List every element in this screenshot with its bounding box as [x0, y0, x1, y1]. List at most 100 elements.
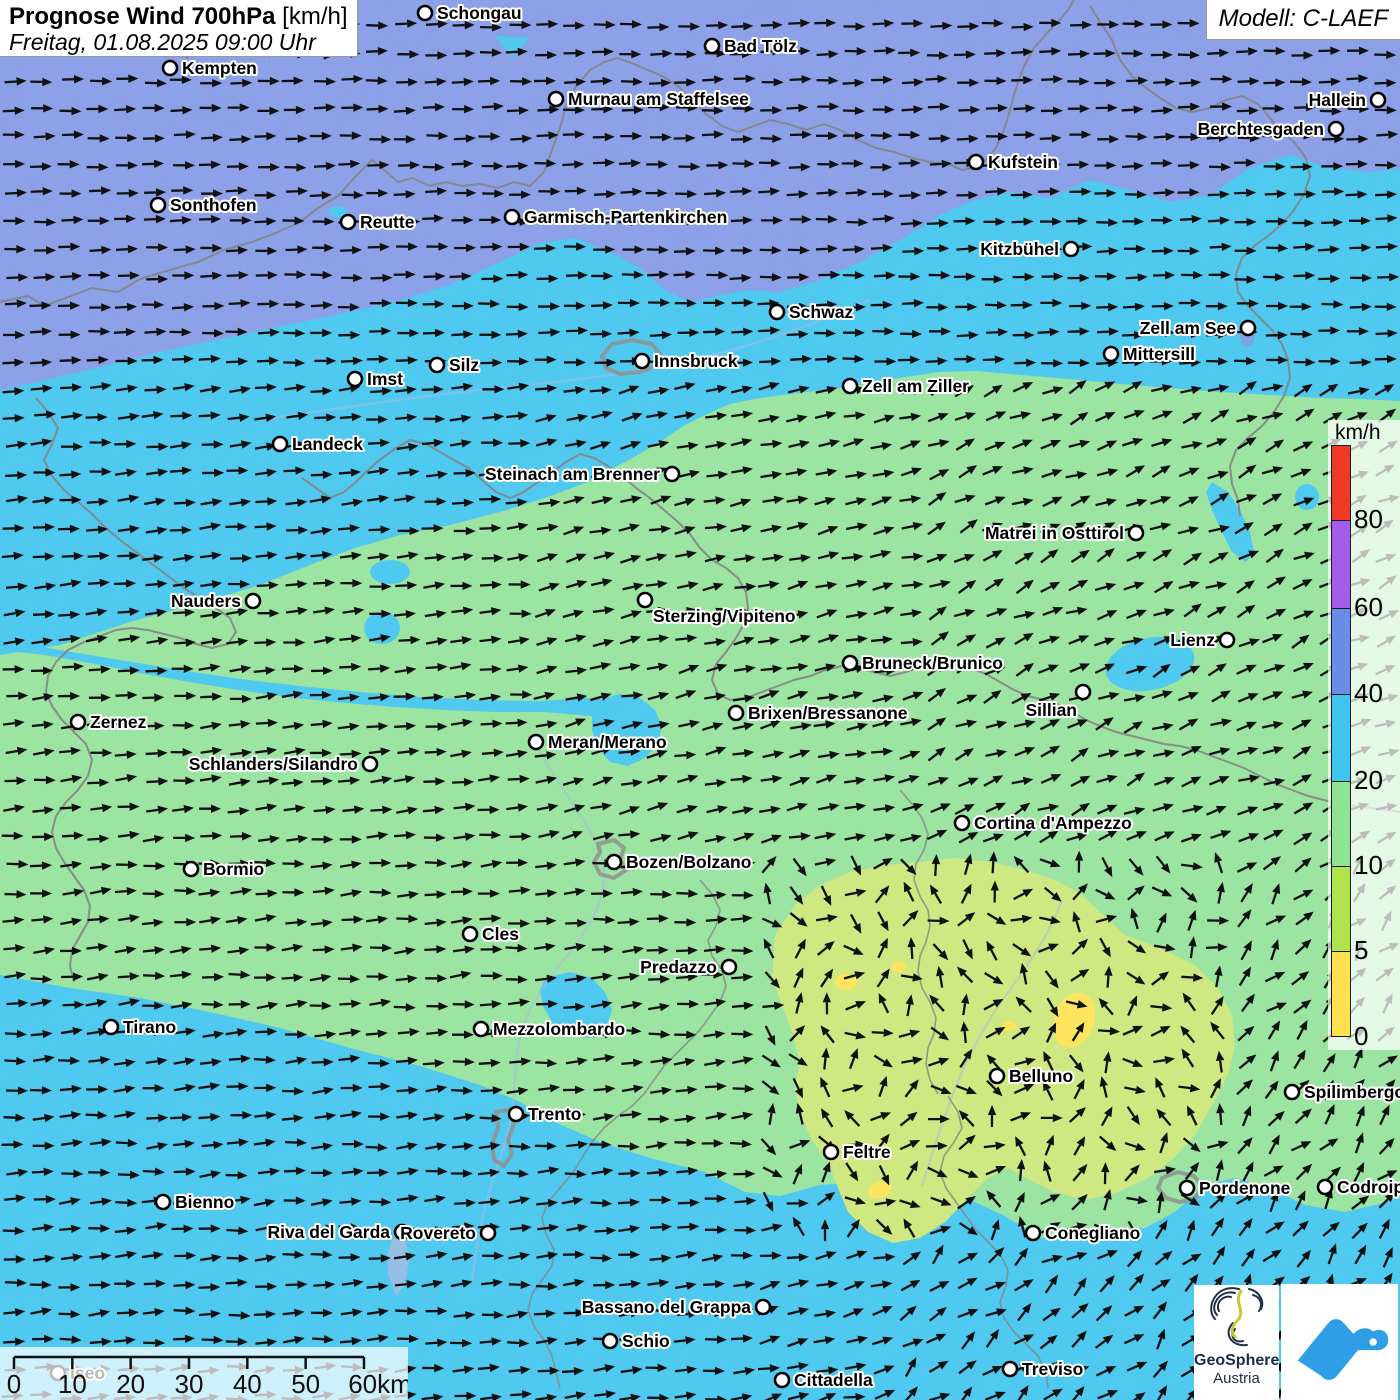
city-marker-bad-t-lz — [705, 39, 719, 53]
city-label-tirano: Tirano — [123, 1017, 176, 1037]
city-label-kempten: Kempten — [182, 58, 257, 78]
city-marker-cles — [463, 927, 477, 941]
city-label-schongau: Schongau — [437, 3, 522, 23]
scalebar-label: 60km — [348, 1369, 408, 1399]
city-label-rovereto: Rovereto — [400, 1223, 476, 1243]
legend-tick-10: 10 — [1354, 850, 1383, 881]
city-marker-matrei-in-osttirol — [1129, 526, 1143, 540]
city-marker-garmisch-partenkirchen — [505, 210, 519, 224]
city-label-garmisch-partenkirchen: Garmisch-Partenkirchen — [524, 207, 727, 227]
city-label-codroipo: Codroipo — [1337, 1177, 1400, 1197]
city-label-murnau-am-staffelsee: Murnau am Staffelsee — [568, 89, 749, 109]
scalebar-label: 20 — [116, 1369, 145, 1399]
city-label-pordenone: Pordenone — [1199, 1178, 1291, 1198]
legend-tick-60: 60 — [1354, 592, 1383, 623]
city-label-kitzb-hel: Kitzbühel — [980, 239, 1059, 259]
city-marker-schlanders-silandro — [363, 757, 377, 771]
legend-band-10 — [1331, 781, 1351, 866]
city-label-bienno: Bienno — [175, 1192, 234, 1212]
city-marker-hallein — [1371, 93, 1385, 107]
city-label-schio: Schio — [622, 1331, 670, 1351]
wind-map: Schongau Bad Tölz Kempten Murnau am Staffel… — [0, 0, 1400, 1400]
city-marker-reutte — [341, 215, 355, 229]
city-label-treviso: Treviso — [1022, 1359, 1083, 1379]
city-marker-sillian — [1076, 685, 1090, 699]
legend-band-5 — [1331, 866, 1351, 951]
title-box: Prognose Wind 700hPa [km/h] Freitag, 01.… — [0, 0, 358, 57]
city-label-innsbruck: Innsbruck — [654, 351, 738, 371]
city-marker-schongau — [418, 6, 432, 20]
city-marker-landeck — [273, 437, 287, 451]
city-marker-murnau-am-staffelsee — [549, 92, 563, 106]
city-marker-pordenone — [1180, 1181, 1194, 1195]
city-marker-rovereto — [481, 1226, 495, 1240]
legend-tick-80: 80 — [1354, 504, 1383, 535]
city-marker-spilimbergo — [1285, 1085, 1299, 1099]
city-label-spilimbergo: Spilimbergo — [1304, 1082, 1400, 1102]
city-marker-bienno — [156, 1195, 170, 1209]
city-marker-cittadella — [775, 1373, 789, 1387]
scalebar-label: 50 — [291, 1369, 320, 1399]
city-marker-codroipo — [1318, 1180, 1332, 1194]
city-marker-kempten — [163, 61, 177, 75]
legend-band-60 — [1331, 520, 1351, 608]
city-marker-treviso — [1003, 1362, 1017, 1376]
legend-tick-5: 5 — [1354, 935, 1368, 966]
city-label-reutte: Reutte — [360, 212, 415, 232]
city-label-silz: Silz — [449, 355, 479, 375]
city-marker-tirano — [104, 1020, 118, 1034]
city-marker-meran-merano — [529, 735, 543, 749]
city-label-belluno: Belluno — [1009, 1066, 1073, 1086]
city-marker-sterzing-vipiteno — [638, 593, 652, 607]
city-marker-steinach-am-brenner — [665, 467, 679, 481]
city-marker-bruneck-brunico — [843, 656, 857, 670]
weather-map-screenshot: Schongau Bad Tölz Kempten Murnau am Staffel… — [0, 0, 1400, 1400]
mountain-cloud-icon — [1281, 1284, 1398, 1400]
mountain-cloud-logo — [1281, 1284, 1398, 1400]
scalebar-label: 0 — [7, 1369, 21, 1399]
city-marker-brixen-bressanone — [729, 706, 743, 720]
city-label-schlanders-silandro: Schlanders/Silandro — [189, 754, 358, 774]
city-label-lienz: Lienz — [1170, 630, 1215, 650]
forecast-datetime: Freitag, 01.08.2025 09:00 Uhr — [9, 29, 348, 56]
legend-band-0 — [1331, 951, 1351, 1037]
city-label-steinach-am-brenner: Steinach am Brenner — [485, 464, 660, 484]
city-label-zell-am-ziller: Zell am Ziller — [862, 376, 969, 396]
legend-band-20 — [1331, 694, 1351, 781]
city-marker-berchtesgaden — [1329, 122, 1343, 136]
city-label-mezzolombardo: Mezzolombardo — [493, 1019, 625, 1039]
city-label-bozen-bolzano: Bozen/Bolzano — [626, 852, 751, 872]
city-marker-innsbruck — [635, 354, 649, 368]
city-label-nauders: Nauders — [171, 591, 241, 611]
city-label-bad-t-lz: Bad Tölz — [724, 36, 797, 56]
city-label-berchtesgaden: Berchtesgaden — [1198, 119, 1324, 139]
city-marker-schio — [603, 1334, 617, 1348]
city-label-sonthofen: Sonthofen — [170, 195, 257, 215]
city-label-schwaz: Schwaz — [789, 302, 853, 322]
geosphere-contours-icon — [1205, 1285, 1269, 1347]
city-label-imst: Imst — [367, 369, 403, 389]
city-marker-bormio — [184, 862, 198, 876]
legend-tick-0: 0 — [1354, 1021, 1368, 1052]
city-label-kufstein: Kufstein — [988, 152, 1058, 172]
model-label: Modell: C-LAEF — [1206, 0, 1400, 40]
city-marker-mittersill — [1104, 347, 1118, 361]
city-marker-mezzolombardo — [474, 1022, 488, 1036]
city-label-cortina-d-ampezzo: Cortina d'Ampezzo — [974, 813, 1132, 833]
city-marker-cortina-d-ampezzo — [955, 816, 969, 830]
city-label-zernez: Zernez — [90, 712, 147, 732]
distance-scale: 0102030405060km — [0, 1347, 408, 1400]
city-marker-bozen-bolzano — [607, 855, 621, 869]
city-label-bassano-del-grappa: Bassano del Grappa — [582, 1297, 751, 1317]
legend-band-80 — [1331, 445, 1351, 520]
city-label-feltre: Feltre — [843, 1142, 891, 1162]
city-label-matrei-in-osttirol: Matrei in Osttirol — [985, 523, 1124, 543]
city-marker-silz — [430, 358, 444, 372]
page-title: Prognose Wind 700hPa [km/h] — [9, 3, 348, 31]
city-label-landeck: Landeck — [292, 434, 363, 454]
city-label-sillian: Sillian — [1025, 700, 1077, 720]
scalebar-label: 10 — [58, 1369, 87, 1399]
city-marker-predazzo — [722, 960, 736, 974]
city-label-riva-del-garda: Riva del Garda — [267, 1222, 390, 1242]
legend-colorbar — [1331, 445, 1351, 1037]
